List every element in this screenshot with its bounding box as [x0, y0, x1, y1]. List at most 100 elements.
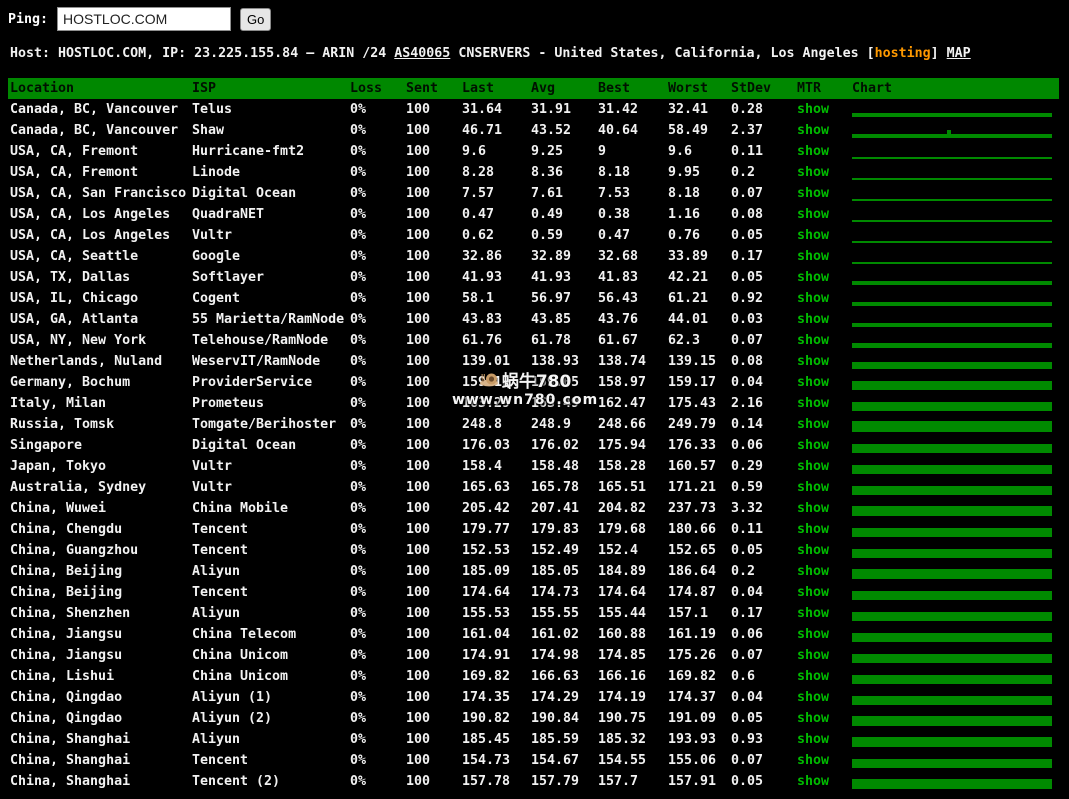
latency-sparkline: [852, 750, 1059, 771]
ping-label: Ping:: [8, 12, 48, 27]
mtr-show-link[interactable]: show: [797, 771, 852, 792]
cell-last: 165.63: [462, 477, 531, 498]
cell-best: 158.97: [598, 372, 668, 393]
cell-isp: Aliyun: [192, 561, 350, 582]
cell-worst: 191.09: [668, 708, 731, 729]
latency-sparkline: [852, 414, 1059, 435]
cell-loss: 0%: [350, 582, 406, 603]
cell-stdev: 0.59: [731, 477, 797, 498]
mtr-show-link[interactable]: show: [797, 372, 852, 393]
cell-best: 40.64: [598, 120, 668, 141]
cell-isp: Aliyun: [192, 603, 350, 624]
mtr-show-link[interactable]: show: [797, 351, 852, 372]
cell-isp: Aliyun (2): [192, 708, 350, 729]
latency-sparkline: [852, 435, 1059, 456]
cell-stdev: 0.07: [731, 645, 797, 666]
column-header-stdev: StDev: [731, 78, 797, 99]
cell-stdev: 0.05: [731, 267, 797, 288]
mtr-show-link[interactable]: show: [797, 288, 852, 309]
cell-avg: 43.52: [531, 120, 598, 141]
cell-worst: 160.57: [668, 456, 731, 477]
asn-link[interactable]: AS40065: [394, 46, 450, 61]
mtr-show-link[interactable]: show: [797, 729, 852, 750]
cell-stdev: 0.28: [731, 99, 797, 120]
latency-bar: [852, 134, 1052, 138]
cell-sent: 100: [406, 246, 462, 267]
mtr-show-link[interactable]: show: [797, 687, 852, 708]
latency-bar: [852, 591, 1052, 600]
cell-location: China, Wuwei: [10, 498, 192, 519]
mtr-show-link[interactable]: show: [797, 456, 852, 477]
cell-loss: 0%: [350, 99, 406, 120]
table-row: USA, IL, ChicagoCogent0%10058.156.9756.4…: [8, 288, 1059, 309]
cell-isp: Softlayer: [192, 267, 350, 288]
latency-sparkline: [852, 141, 1059, 162]
go-button[interactable]: Go: [240, 8, 271, 31]
latency-sparkline: [852, 246, 1059, 267]
latency-bar: [852, 241, 1052, 243]
mtr-show-link[interactable]: show: [797, 204, 852, 225]
mtr-show-link[interactable]: show: [797, 183, 852, 204]
cell-best: 190.75: [598, 708, 668, 729]
mtr-show-link[interactable]: show: [797, 309, 852, 330]
cell-loss: 0%: [350, 645, 406, 666]
cell-stdev: 3.32: [731, 498, 797, 519]
mtr-show-link[interactable]: show: [797, 435, 852, 456]
mtr-show-link[interactable]: show: [797, 330, 852, 351]
mtr-show-link[interactable]: show: [797, 267, 852, 288]
latency-sparkline: [852, 603, 1059, 624]
mtr-show-link[interactable]: show: [797, 498, 852, 519]
cell-loss: 0%: [350, 267, 406, 288]
cell-worst: 9.6: [668, 141, 731, 162]
cell-isp: China Telecom: [192, 624, 350, 645]
mtr-show-link[interactable]: show: [797, 603, 852, 624]
mtr-show-link[interactable]: show: [797, 414, 852, 435]
mtr-show-link[interactable]: show: [797, 246, 852, 267]
cell-avg: 176.02: [531, 435, 598, 456]
mtr-show-link[interactable]: show: [797, 750, 852, 771]
cell-worst: 58.49: [668, 120, 731, 141]
table-row: China, JiangsuChina Unicom0%100174.91174…: [8, 645, 1059, 666]
mtr-show-link[interactable]: show: [797, 162, 852, 183]
latency-sparkline: [852, 351, 1059, 372]
mtr-show-link[interactable]: show: [797, 645, 852, 666]
cell-best: 174.64: [598, 582, 668, 603]
mtr-show-link[interactable]: show: [797, 477, 852, 498]
ping-form: Ping: Go: [8, 7, 271, 31]
mtr-show-link[interactable]: show: [797, 141, 852, 162]
cell-last: 32.86: [462, 246, 531, 267]
cell-last: 176.03: [462, 435, 531, 456]
cell-isp: Vultr: [192, 225, 350, 246]
mtr-show-link[interactable]: show: [797, 225, 852, 246]
cell-best: 41.83: [598, 267, 668, 288]
latency-sparkline: [852, 267, 1059, 288]
cell-avg: 7.61: [531, 183, 598, 204]
mtr-show-link[interactable]: show: [797, 393, 852, 414]
mtr-show-link[interactable]: show: [797, 99, 852, 120]
mtr-show-link[interactable]: show: [797, 519, 852, 540]
mtr-show-link[interactable]: show: [797, 624, 852, 645]
cell-stdev: 0.6: [731, 666, 797, 687]
cell-stdev: 0.11: [731, 519, 797, 540]
cell-loss: 0%: [350, 750, 406, 771]
map-link[interactable]: MAP: [947, 46, 971, 61]
mtr-show-link[interactable]: show: [797, 666, 852, 687]
cell-avg: 185.59: [531, 729, 598, 750]
mtr-show-link[interactable]: show: [797, 582, 852, 603]
mtr-show-link[interactable]: show: [797, 561, 852, 582]
table-row: China, ShenzhenAliyun0%100155.53155.5515…: [8, 603, 1059, 624]
column-header-sent: Sent: [406, 78, 462, 99]
latency-bar: [852, 506, 1052, 516]
cell-loss: 0%: [350, 309, 406, 330]
latency-bar: [852, 343, 1052, 348]
cell-sent: 100: [406, 288, 462, 309]
mtr-show-link[interactable]: show: [797, 120, 852, 141]
mtr-show-link[interactable]: show: [797, 540, 852, 561]
latency-bar: [852, 157, 1052, 159]
latency-sparkline: [852, 687, 1059, 708]
cell-isp: Tencent: [192, 582, 350, 603]
mtr-show-link[interactable]: show: [797, 708, 852, 729]
cell-location: China, Qingdao: [10, 687, 192, 708]
ping-host-input[interactable]: [57, 7, 231, 31]
table-row: China, ShanghaiTencent (2)0%100157.78157…: [8, 771, 1059, 792]
